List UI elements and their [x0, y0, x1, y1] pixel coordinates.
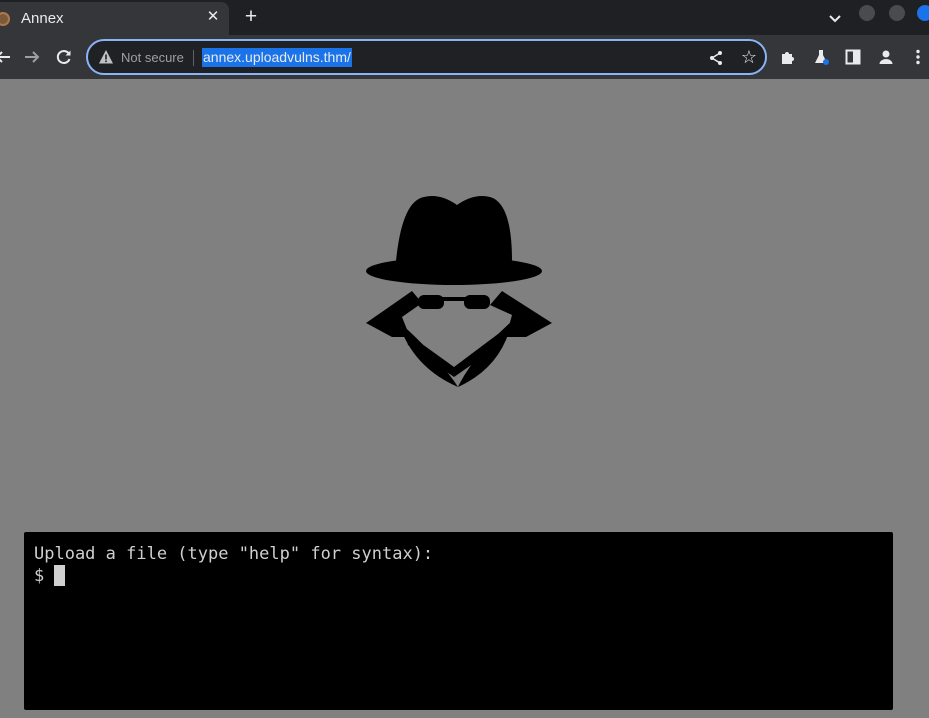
tab-strip: Annex ✕ +: [0, 0, 929, 35]
window-close-button[interactable]: [917, 5, 929, 21]
address-bar[interactable]: Not secure annex.uploadvulns.thm/ ☆: [86, 39, 767, 75]
tab-title: Annex: [21, 10, 64, 27]
side-panel-icon[interactable]: [842, 46, 864, 68]
url-text[interactable]: annex.uploadvulns.thm/: [202, 48, 352, 67]
reload-icon[interactable]: [53, 46, 75, 68]
share-icon[interactable]: [707, 49, 725, 67]
back-arrow-icon[interactable]: [0, 46, 14, 68]
minimize-button[interactable]: [859, 5, 875, 21]
terminal-prompt-symbol: $: [34, 566, 45, 586]
warning-icon[interactable]: [98, 49, 114, 65]
labs-flask-icon[interactable]: [810, 46, 832, 68]
terminal-cursor[interactable]: [54, 565, 65, 586]
upload-terminal[interactable]: Upload a file (type "help" for syntax): …: [24, 532, 893, 710]
menu-kebab-icon[interactable]: [907, 46, 929, 68]
tab-annex[interactable]: Annex ✕: [0, 2, 229, 35]
security-status-label[interactable]: Not secure: [121, 50, 184, 65]
favicon-icon: [0, 12, 10, 26]
maximize-button[interactable]: [889, 5, 905, 21]
spy-icon: [366, 196, 552, 387]
profile-avatar-icon[interactable]: [875, 46, 897, 68]
forward-arrow-icon[interactable]: [21, 46, 43, 68]
page-content: Upload a file (type "help" for syntax): …: [0, 79, 929, 718]
omnibox-divider: [193, 50, 194, 66]
browser-toolbar: Not secure annex.uploadvulns.thm/ ☆: [0, 35, 929, 79]
terminal-prompt-line: Upload a file (type "help" for syntax):: [34, 544, 434, 564]
tab-close-icon[interactable]: ✕: [204, 8, 222, 26]
tab-search-chevron-icon[interactable]: [826, 9, 844, 27]
extensions-puzzle-icon[interactable]: [777, 46, 799, 68]
new-tab-button[interactable]: +: [240, 6, 262, 28]
bookmark-star-icon[interactable]: ☆: [739, 47, 759, 67]
